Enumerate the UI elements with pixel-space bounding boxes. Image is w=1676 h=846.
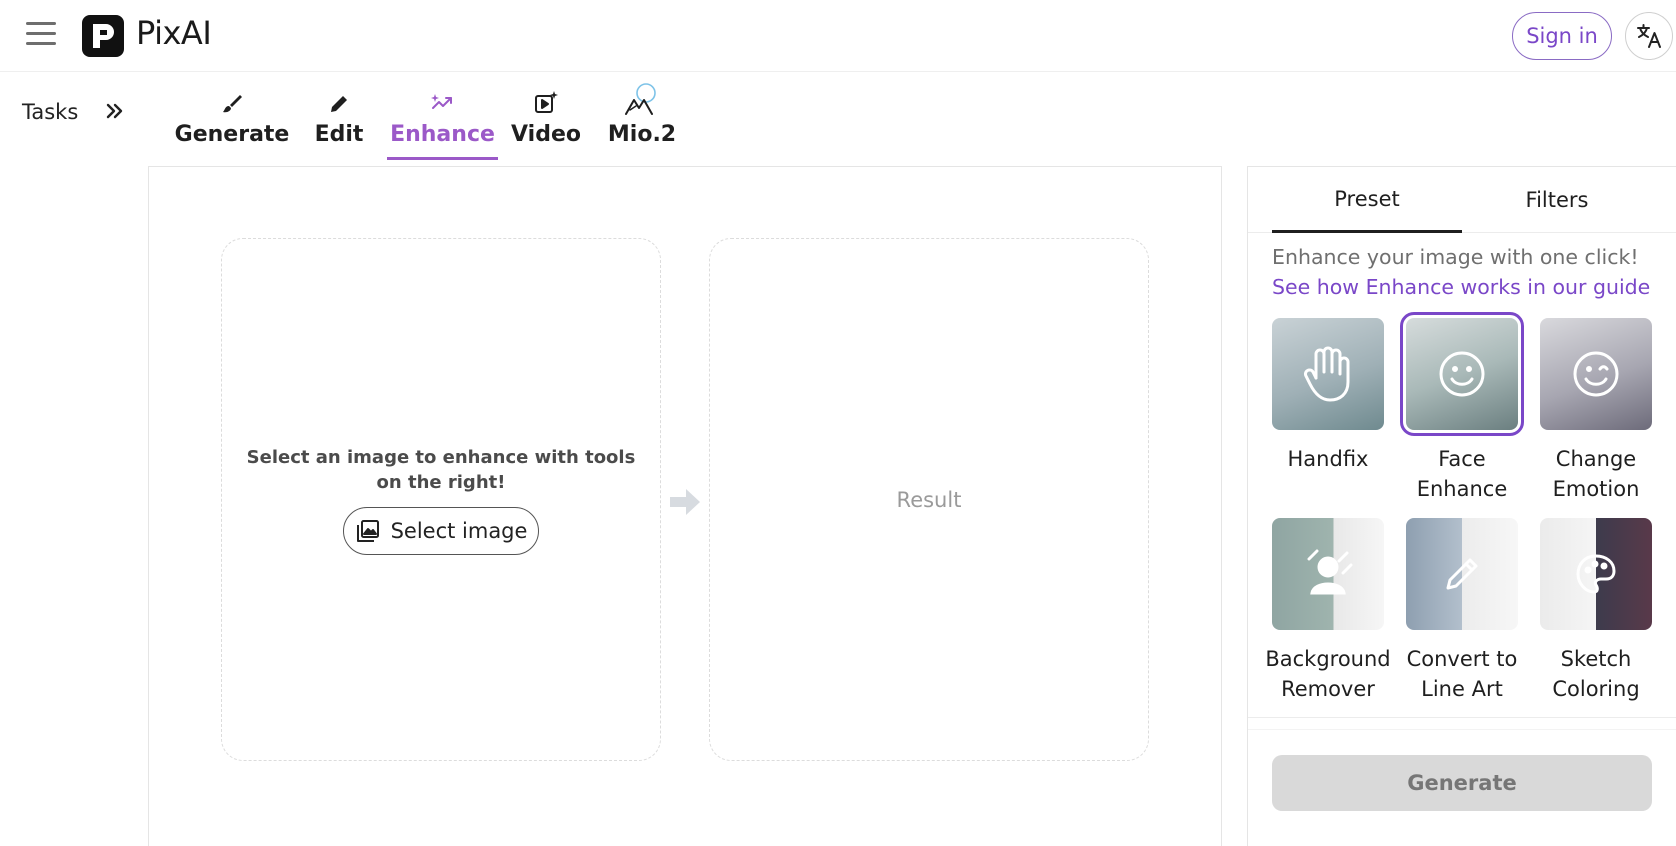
panel-divider (1248, 717, 1676, 718)
generate-button[interactable]: Generate (1272, 755, 1652, 811)
tab-label: Mio.2 (607, 122, 677, 147)
palette-icon (1576, 554, 1616, 594)
preset-thumbnail (1540, 318, 1652, 430)
guide-link[interactable]: See how Enhance works in our guide (1272, 275, 1650, 299)
image-drop-zone[interactable]: Select an image to enhance with tools on… (221, 238, 661, 761)
preset-label: Face Enhance (1417, 444, 1508, 504)
result-zone: Result (709, 238, 1149, 761)
select-image-label: Select image (390, 519, 528, 543)
preset-face-enhance[interactable]: Face Enhance (1395, 312, 1529, 504)
gallery-icon (356, 520, 379, 542)
preset-label-line: Enhance (1416, 477, 1508, 501)
menu-icon[interactable] (26, 22, 56, 48)
tab-label: Enhance (390, 122, 495, 147)
preset-label-line: Line Art (1421, 677, 1503, 701)
enhance-tools-panel: Preset Filters Enhance your image with o… (1247, 166, 1676, 846)
preset-convert-line-art[interactable]: Convert to Line Art (1395, 518, 1529, 704)
preset-change-emotion[interactable]: Change Emotion (1529, 318, 1663, 504)
top-bar: PixAI Sign in (0, 0, 1676, 72)
enhance-sparkle-icon (430, 86, 456, 116)
preset-label: Sketch Coloring (1552, 644, 1639, 704)
preset-background-remover[interactable]: Background Remover (1261, 518, 1395, 704)
tab-label: Generate (174, 122, 290, 147)
preset-thumbnail (1540, 518, 1652, 630)
tab-generate[interactable]: Generate (175, 86, 289, 160)
preset-label-line: Remover (1281, 677, 1375, 701)
preset-thumbnail (1272, 518, 1384, 630)
preset-label-line: Sketch (1560, 647, 1632, 671)
pencil-icon (327, 86, 351, 116)
preset-label-line: Face (1438, 447, 1486, 471)
preset-label: Background Remover (1265, 644, 1390, 704)
tab-filters[interactable]: Filters (1462, 167, 1652, 233)
preset-handfix[interactable]: Handfix (1261, 318, 1395, 474)
panel-tabs: Preset Filters (1248, 167, 1676, 233)
preset-label-line: Background (1265, 647, 1391, 671)
tasks-label[interactable]: Tasks (22, 100, 78, 124)
tab-label: Video (511, 122, 581, 147)
preset-label: Change Emotion (1553, 444, 1640, 504)
wink-icon (1573, 351, 1619, 397)
hand-icon (1304, 346, 1350, 402)
video-sparkle-icon (533, 86, 559, 116)
translate-icon[interactable] (1625, 12, 1673, 60)
select-image-button[interactable]: Select image (343, 507, 539, 555)
drop-zone-prompt: Select an image to enhance with tools on… (246, 447, 636, 493)
person-cutout-icon (1307, 549, 1353, 595)
tab-video[interactable]: Video (511, 86, 581, 160)
arrow-right-icon (668, 485, 702, 523)
panel-divider (1248, 729, 1676, 730)
tab-edit[interactable]: Edit (304, 86, 374, 160)
mio-mountain-icon (624, 83, 660, 116)
preset-thumbnail (1406, 518, 1518, 630)
preset-label: Handfix (1288, 444, 1369, 474)
double-chevron-right-icon[interactable] (104, 100, 126, 122)
tab-mio2[interactable]: Mio.2 (607, 83, 677, 160)
tab-preset[interactable]: Preset (1272, 167, 1462, 233)
smiley-icon (1439, 351, 1485, 397)
pencil-icon (1446, 558, 1478, 590)
preset-label: Convert to Line Art (1407, 644, 1518, 704)
logo-text[interactable]: PixAI (136, 14, 212, 52)
preset-label-line: Convert to (1406, 647, 1518, 671)
tab-enhance[interactable]: Enhance (387, 86, 498, 160)
preset-thumbnail (1272, 318, 1384, 430)
brush-icon (220, 86, 244, 116)
preset-sketch-coloring[interactable]: Sketch Coloring (1529, 518, 1663, 704)
preset-label-line: Emotion (1552, 477, 1640, 501)
result-label: Result (896, 487, 962, 512)
sign-in-button[interactable]: Sign in (1512, 12, 1612, 60)
pixai-logo-icon[interactable] (82, 15, 124, 57)
preset-thumbnail (1400, 312, 1524, 436)
preset-label-line: Change (1555, 447, 1637, 471)
preset-label-line: Handfix (1287, 447, 1369, 471)
tab-label: Edit (314, 122, 364, 147)
panel-intro-text: Enhance your image with one click! (1272, 245, 1639, 269)
preset-label-line: Coloring (1552, 677, 1640, 701)
